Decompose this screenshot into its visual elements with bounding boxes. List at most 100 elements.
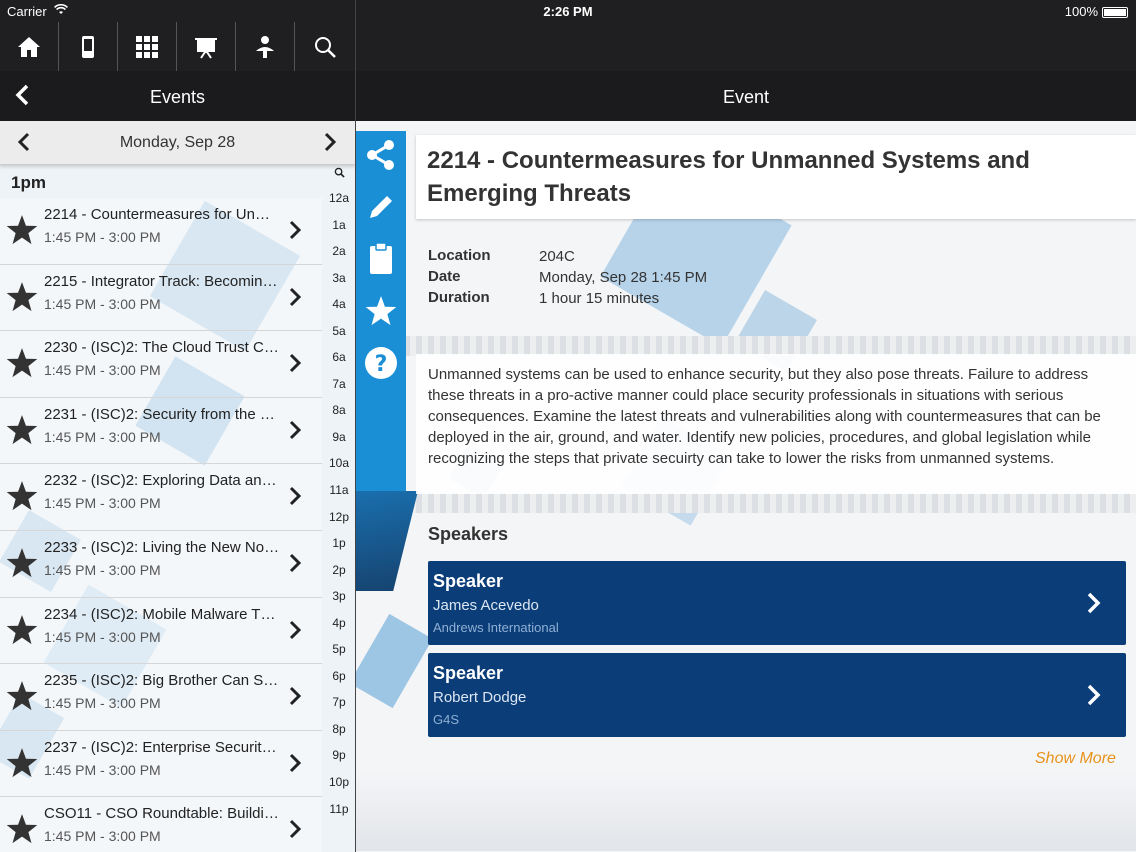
share-icon bbox=[365, 139, 397, 176]
star-icon[interactable] bbox=[5, 613, 39, 652]
qr-code-icon bbox=[136, 35, 158, 58]
search-button[interactable] bbox=[295, 22, 354, 71]
home-icon bbox=[18, 36, 40, 57]
hour-index-item[interactable]: 9a bbox=[323, 424, 355, 451]
hour-index-item[interactable]: 6a bbox=[323, 344, 355, 371]
star-icon[interactable] bbox=[5, 812, 39, 851]
event-row[interactable]: 2231 - (ISC)2: Security from the Ground … bbox=[0, 397, 322, 465]
hour-index-item[interactable]: 12p bbox=[323, 504, 355, 531]
star-icon[interactable] bbox=[5, 546, 39, 585]
sidebar-decoration bbox=[356, 491, 418, 591]
event-row-title: 2234 - (ISC)2: Mobile Malware Threats bbox=[44, 605, 282, 623]
event-row[interactable]: 2230 - (ISC)2: The Cloud Trust Conundrum… bbox=[0, 331, 322, 398]
hour-index-item[interactable]: 9p bbox=[323, 742, 355, 769]
star-icon[interactable] bbox=[5, 413, 39, 452]
show-more-link[interactable]: Show More bbox=[1035, 750, 1116, 768]
hour-index-item[interactable]: 1p bbox=[323, 530, 355, 557]
event-title-box: 2214 - Countermeasures for Unmanned Syst… bbox=[416, 135, 1136, 219]
chevron-right-icon bbox=[288, 752, 302, 779]
hour-index-item[interactable]: 8a bbox=[323, 397, 355, 424]
svg-text:?: ? bbox=[375, 352, 388, 377]
battery-icon bbox=[1102, 7, 1128, 19]
share-button[interactable] bbox=[356, 131, 406, 183]
chevron-right-icon bbox=[1086, 683, 1102, 712]
search-icon bbox=[314, 36, 336, 58]
chevron-right-icon bbox=[288, 219, 302, 246]
event-row[interactable]: 2215 - Integrator Track: Becoming a Trus… bbox=[0, 264, 322, 332]
hour-index-item[interactable]: 10a bbox=[323, 450, 355, 477]
hour-index-item[interactable]: 6p bbox=[323, 663, 355, 690]
hour-index-item[interactable]: 5a bbox=[323, 318, 355, 345]
event-row[interactable]: CSO11 - CSO Roundtable: Building Relatio… bbox=[0, 797, 322, 852]
hour-index-item[interactable]: 10p bbox=[323, 769, 355, 796]
edit-button[interactable] bbox=[356, 183, 406, 235]
chevron-right-icon bbox=[288, 286, 302, 313]
event-row-time: 1:45 PM - 3:00 PM bbox=[44, 495, 161, 512]
star-icon bbox=[364, 294, 398, 333]
hour-index-item[interactable]: 4p bbox=[323, 610, 355, 637]
device-button[interactable] bbox=[59, 22, 118, 71]
star-icon[interactable] bbox=[5, 280, 39, 319]
chevron-right-icon bbox=[1086, 591, 1102, 620]
events-navbar: Events bbox=[0, 71, 355, 121]
clipboard-icon bbox=[368, 241, 394, 281]
presentation-button[interactable] bbox=[177, 22, 236, 71]
speaker-name: Robert Dodge bbox=[433, 689, 527, 706]
selected-date: Monday, Sep 28 bbox=[119, 134, 236, 151]
event-row[interactable]: 2235 - (ISC)2: Big Brother Can See You 1:… bbox=[0, 664, 322, 731]
location-label: Location bbox=[428, 247, 491, 264]
star-icon[interactable] bbox=[5, 346, 39, 385]
event-row-time: 1:45 PM - 3:00 PM bbox=[44, 761, 161, 778]
star-button[interactable] bbox=[356, 287, 406, 339]
star-icon[interactable] bbox=[5, 213, 39, 252]
star-icon[interactable] bbox=[5, 679, 39, 718]
speaker-card[interactable]: Speaker Robert Dodge G4S bbox=[428, 653, 1126, 737]
star-icon[interactable] bbox=[5, 746, 39, 785]
qr-button[interactable] bbox=[118, 22, 177, 71]
clipboard-button[interactable] bbox=[356, 235, 406, 287]
speakers-heading: Speakers bbox=[428, 524, 509, 544]
hour-index-item[interactable]: 7a bbox=[323, 371, 355, 398]
event-row-time: 1:45 PM - 3:00 PM bbox=[44, 628, 161, 645]
event-row[interactable]: 2232 - (ISC)2: Exploring Data and Analyt… bbox=[0, 464, 322, 531]
event-row-title: 2235 - (ISC)2: Big Brother Can See You bbox=[44, 672, 282, 690]
hour-index-item[interactable]: 12a bbox=[323, 185, 355, 212]
next-day-button[interactable] bbox=[322, 131, 338, 158]
event-row[interactable]: 2234 - (ISC)2: Mobile Malware Threats 1:4… bbox=[0, 597, 322, 665]
hour-header: 1pm bbox=[11, 173, 46, 192]
hour-index-item[interactable]: 11a bbox=[323, 477, 355, 504]
chevron-right-icon bbox=[288, 419, 302, 446]
hour-index[interactable]: 12a 1a 2a 3a 4a 5a 6a 7a 8a 9a 10a 11a 12p 1p 2p 3p 4p 5p… bbox=[323, 167, 355, 822]
home-button[interactable] bbox=[0, 22, 59, 71]
battery-indicator: 100% bbox=[1065, 4, 1128, 19]
chevron-right-icon bbox=[288, 485, 302, 512]
hour-index-item[interactable]: 2a bbox=[323, 238, 355, 265]
speaker-icon bbox=[256, 35, 274, 58]
speaker-card[interactable]: Speaker James Acevedo Andrews Internationa… bbox=[428, 561, 1126, 645]
battery-label: 100% bbox=[1064, 4, 1098, 19]
help-button[interactable]: ? bbox=[356, 339, 406, 391]
hour-index-item[interactable]: 4a bbox=[323, 291, 355, 318]
hour-index-item[interactable]: 7p bbox=[323, 689, 355, 716]
event-row[interactable]: 2233 - (ISC)2: Living the New Normal 1:45… bbox=[0, 530, 322, 598]
hour-index-item[interactable]: 3a bbox=[323, 265, 355, 292]
event-row-title: 2237 - (ISC)2: Enterprise Security Archi… bbox=[44, 738, 282, 756]
chevron-right-icon bbox=[288, 619, 302, 646]
speakers-button[interactable] bbox=[236, 22, 295, 71]
hour-index-item[interactable]: 8p bbox=[323, 716, 355, 743]
event-row-time: 1:45 PM - 3:00 PM bbox=[44, 695, 161, 712]
description-box: Unmanned systems can be used to enhance … bbox=[416, 354, 1136, 494]
index-search-icon[interactable] bbox=[323, 167, 355, 185]
hour-index-item[interactable]: 5p bbox=[323, 636, 355, 663]
event-row[interactable]: 2214 - Countermeasures for Unmanned Syst… bbox=[0, 198, 322, 265]
event-detail-panel: ? 2214 - Countermeasures for Unmanned Sy… bbox=[356, 121, 1136, 852]
date-label: Date bbox=[428, 268, 461, 285]
star-icon[interactable] bbox=[5, 479, 39, 518]
hour-index-item[interactable]: 11p bbox=[323, 796, 355, 823]
event-row-time: 1:45 PM - 3:00 PM bbox=[44, 561, 161, 578]
hour-index-item[interactable]: 3p bbox=[323, 583, 355, 610]
event-row[interactable]: 2237 - (ISC)2: Enterprise Security Archi… bbox=[0, 730, 322, 798]
hour-index-item[interactable]: 1a bbox=[323, 212, 355, 239]
hour-index-item[interactable]: 2p bbox=[323, 557, 355, 584]
speaker-organization: Andrews International bbox=[433, 620, 559, 635]
